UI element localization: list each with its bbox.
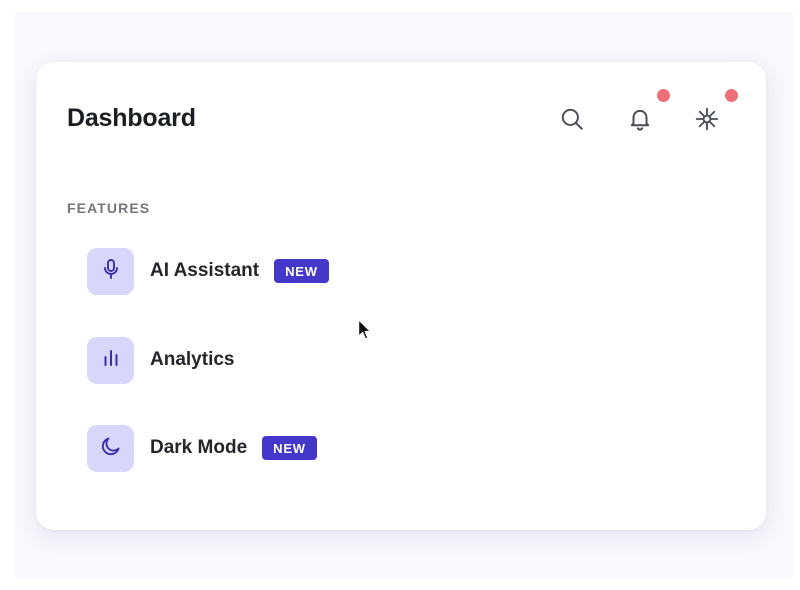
bar-chart-icon [99,346,123,375]
notification-dot [657,89,670,102]
feature-item-dark-mode[interactable]: Dark Mode NEW [87,424,317,472]
bell-icon [627,106,653,132]
page-title: Dashboard [67,104,196,132]
feature-icon-tile [87,247,134,295]
microphone-icon [99,257,123,286]
moon-icon [99,434,123,463]
feature-icon-tile [87,424,134,472]
feature-icon-tile [87,336,134,384]
section-label: FEATURES [67,200,151,216]
mouse-cursor-icon [357,318,373,342]
notification-dot [725,89,738,102]
sparkle-icon [694,106,720,132]
feature-label: AI Assistant [150,260,260,281]
feature-item-ai-assistant[interactable]: AI Assistant NEW [87,247,329,295]
sparkle-button[interactable] [690,102,724,136]
notifications-button[interactable] [623,102,657,136]
new-badge: NEW [274,259,329,283]
search-icon [559,106,585,132]
search-button[interactable] [555,102,589,136]
feature-item-analytics[interactable]: Analytics [87,336,234,384]
new-badge: NEW [262,436,317,460]
feature-label: Analytics [150,349,235,370]
feature-label: Dark Mode [150,437,248,458]
dashboard-card: Dashboard FEATURES AI Assistant NEW Anal… [36,62,766,530]
